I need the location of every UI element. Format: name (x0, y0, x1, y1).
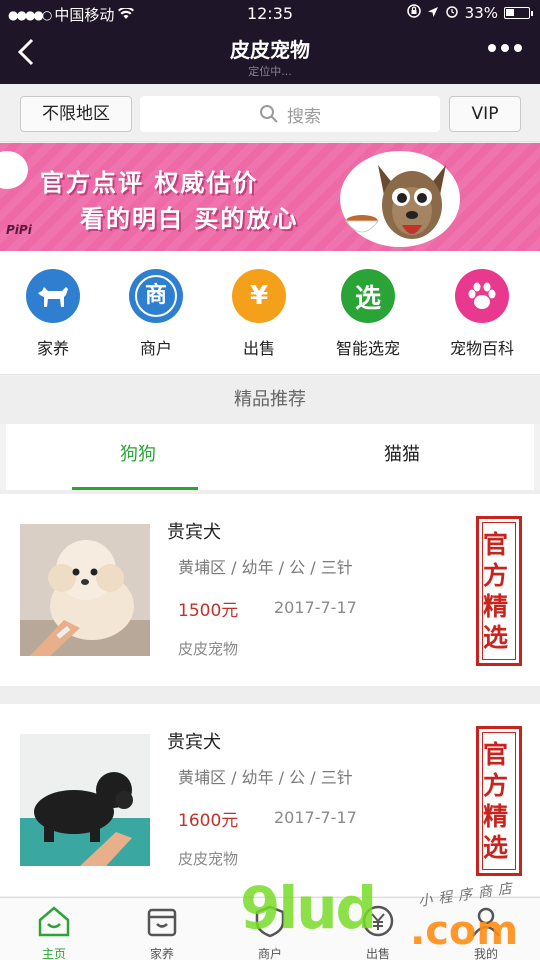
dog-icon (26, 269, 80, 323)
yen-circle-icon (362, 905, 394, 937)
category-label: 出售 (242, 339, 275, 358)
region-filter-button[interactable]: 不限地区 (20, 96, 132, 132)
category-grid: 家养 商 商户 ¥ 出售 选 智能选宠 宠物百科 (0, 251, 540, 375)
home-icon (38, 906, 70, 937)
bottom-tab-label: 主页 (41, 947, 66, 960)
paw-icon (455, 269, 509, 323)
search-placeholder: 搜索 (287, 106, 321, 127)
stamp-line: 精选 (483, 592, 509, 652)
category-label: 商户 (139, 339, 172, 358)
rotation-lock-icon (406, 4, 421, 22)
pet-photo (20, 734, 150, 866)
official-pick-stamp: 官方 精选 (476, 726, 522, 876)
search-input[interactable]: 搜索 (140, 96, 440, 132)
location-icon (427, 4, 439, 22)
shop-glyph: 商 (135, 275, 177, 317)
pet-photo (20, 524, 150, 656)
bottom-tab-merchant[interactable]: 商户 (216, 904, 324, 960)
page-title: 皮皮宠物 (230, 38, 310, 62)
bottom-tab-label: 商户 (257, 947, 282, 960)
stamp-line: 官方 (483, 740, 509, 800)
top-bar: ●●●●○ 中国移动 12:35 33% 皮皮宠物 定位中... (0, 0, 540, 84)
pet-name: 贵宾犬 (167, 522, 221, 543)
stamp-text: 官方 精选 (482, 522, 516, 660)
shop-name: 皮皮宠物 (178, 640, 239, 658)
pet-price: 1600元 (178, 811, 239, 831)
pet-listing[interactable]: 贵宾犬 黄埔区 / 幼年 / 公 / 三针 1500元 2017-7-17 皮皮… (0, 494, 540, 686)
search-icon (260, 105, 278, 123)
select-glyph: 选 (354, 283, 381, 314)
category-home-raised[interactable]: 家养 (0, 269, 108, 359)
store-icon (147, 908, 177, 937)
pet-details: 黄埔区 / 幼年 / 公 / 三针 (178, 768, 353, 787)
more-button[interactable] (488, 44, 522, 52)
bottom-tab-sale[interactable]: 出售 (324, 904, 432, 960)
filter-bar: 不限地区 搜索 VIP (0, 84, 540, 142)
shop-name: 皮皮宠物 (178, 850, 239, 868)
bottom-tab-home[interactable]: 主页 (0, 904, 108, 960)
yen-icon: ¥ (232, 269, 286, 323)
banner-subline: 看的明白 买的放心 (80, 205, 299, 233)
bottom-tab-label: 出售 (365, 947, 390, 960)
category-label: 智能选宠 (335, 339, 400, 358)
bottom-tab-bar: 主页 家养 商户 出售 我的 (0, 897, 540, 960)
tab-cats[interactable]: 猫猫 (270, 424, 534, 490)
pet-price: 1500元 (178, 601, 239, 621)
bottom-tab-label: 家养 (149, 947, 174, 960)
food-bowl-icon (345, 215, 379, 233)
tab-bar: 狗狗 猫猫 (6, 424, 534, 490)
category-label: 家养 (36, 339, 69, 358)
location-status: 定位中... (248, 65, 292, 78)
more-dot-icon (501, 44, 509, 52)
pet-details: 黄埔区 / 幼年 / 公 / 三针 (178, 558, 353, 577)
bottom-tab-home-raised[interactable]: 家养 (108, 904, 216, 960)
post-date: 2017-7-17 (274, 598, 357, 617)
bottom-tab-profile[interactable]: 我的 (432, 904, 540, 960)
dog-illustration (378, 165, 446, 239)
stamp-line: 官方 (483, 530, 509, 590)
category-sale[interactable]: ¥ 出售 (204, 269, 314, 359)
more-dot-icon (514, 44, 522, 52)
banner-logo: PiPi (6, 223, 32, 237)
alarm-icon (445, 4, 459, 22)
yen-glyph: ¥ (249, 281, 269, 311)
stamp-text: 官方 精选 (482, 732, 516, 870)
more-dot-icon (488, 44, 496, 52)
shop-icon: 商 (129, 269, 183, 323)
bottom-tab-label: 我的 (473, 947, 498, 960)
post-date: 2017-7-17 (274, 808, 357, 827)
divider (0, 686, 540, 704)
section-title: 精品推荐 (0, 376, 540, 424)
banner-headline: 官方点评 权威估价 (40, 169, 259, 197)
tab-dogs[interactable]: 狗狗 (6, 424, 270, 490)
category-smart-select[interactable]: 选 智能选宠 (313, 269, 423, 359)
stamp-line: 精选 (483, 802, 509, 862)
battery-icon (504, 7, 533, 19)
shield-icon (255, 905, 285, 938)
category-merchant[interactable]: 商 商户 (101, 269, 211, 359)
vip-button[interactable]: VIP (449, 96, 521, 132)
user-icon (471, 907, 501, 937)
pet-listing[interactable]: 贵宾犬 黄埔区 / 幼年 / 公 / 三针 1600元 2017-7-17 皮皮… (0, 704, 540, 896)
status-bar: ●●●●○ 中国移动 12:35 33% (0, 0, 540, 28)
pet-name: 贵宾犬 (167, 732, 221, 753)
category-label: 宠物百科 (449, 339, 514, 358)
category-pet-wiki[interactable]: 宠物百科 (427, 269, 537, 359)
select-icon: 选 (341, 269, 395, 323)
battery-label: 33% (464, 4, 498, 22)
official-pick-stamp: 官方 精选 (476, 516, 522, 666)
promo-banner[interactable]: 官方点评 权威估价 看的明白 买的放心 PiPi (0, 143, 540, 251)
